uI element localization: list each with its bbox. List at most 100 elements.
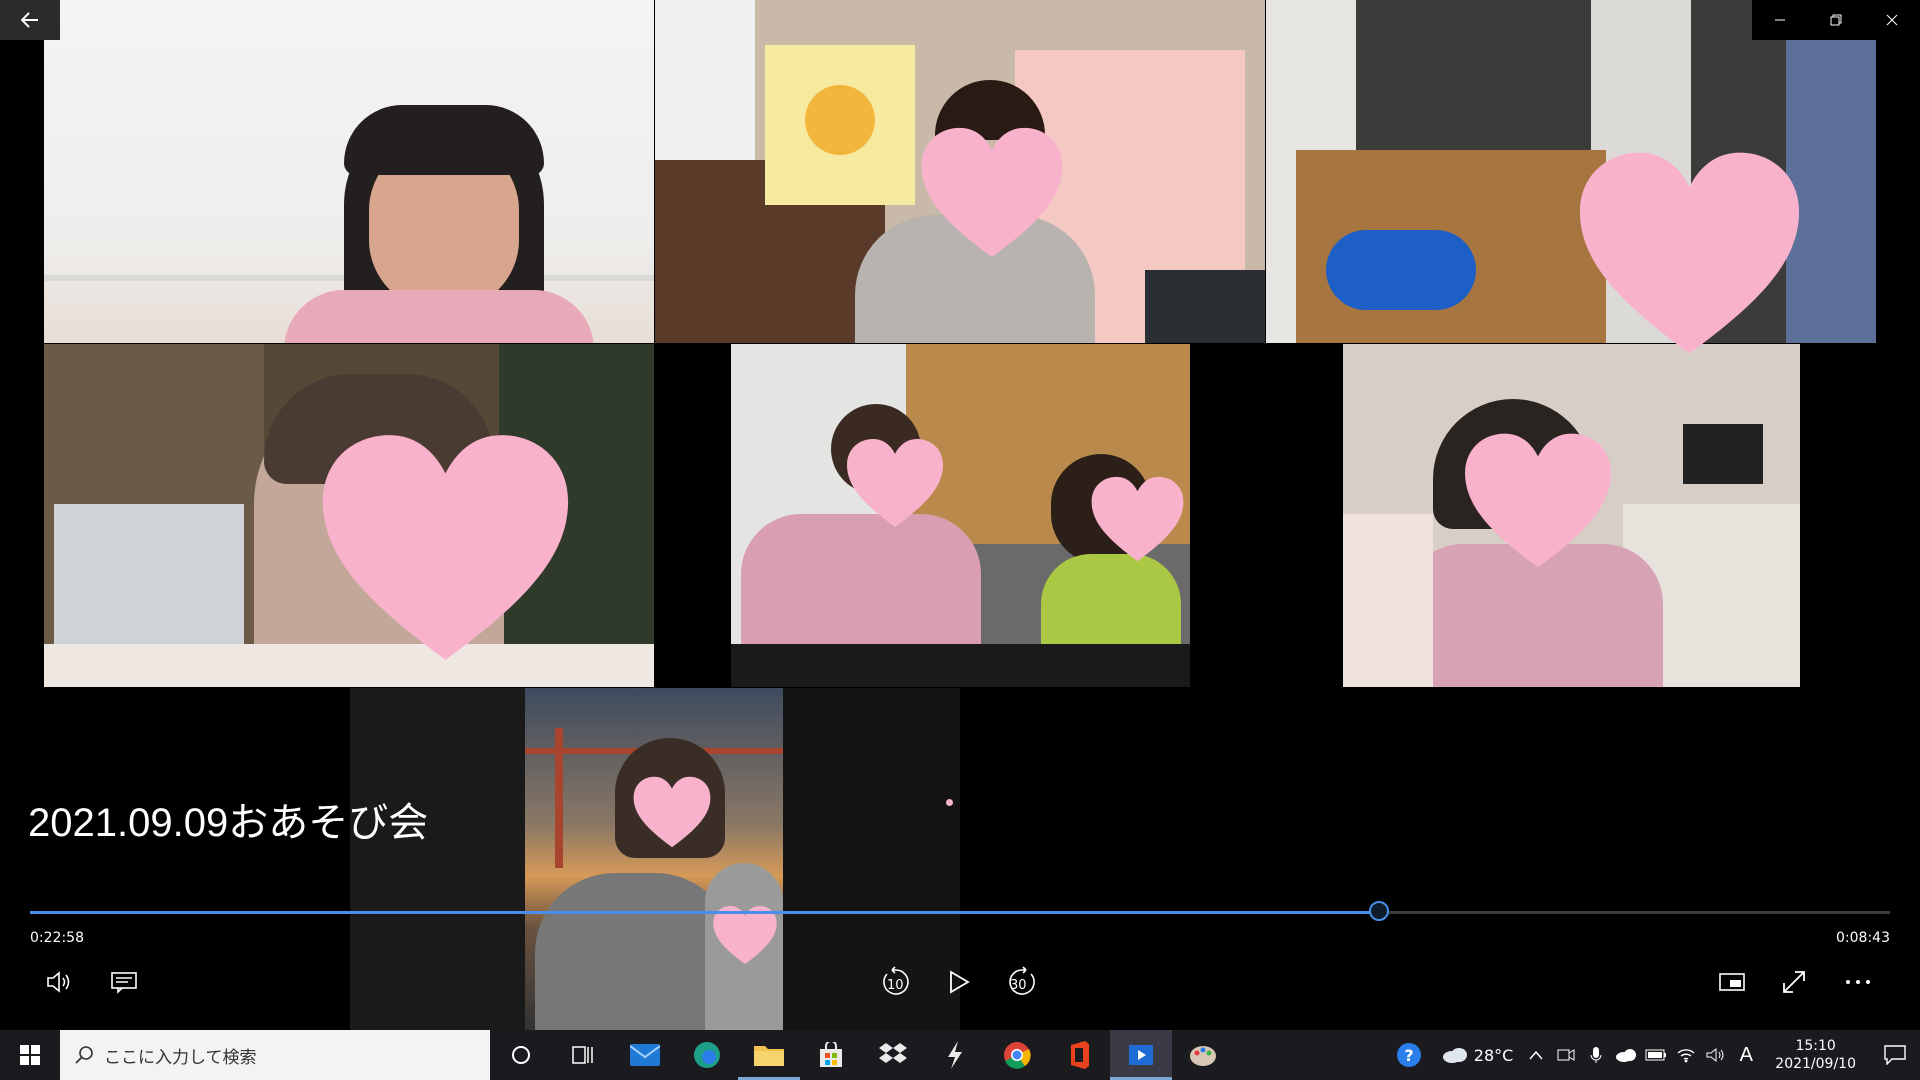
privacy-heart [308, 430, 583, 665]
seek-thumb[interactable] [1368, 901, 1389, 921]
participant-tile-dim-right [783, 688, 960, 1030]
office-icon [1071, 1041, 1089, 1069]
microphone-icon [1590, 1047, 1602, 1063]
wifi-icon [1677, 1049, 1695, 1063]
play-button[interactable] [937, 960, 981, 1004]
more-icon [1846, 980, 1870, 984]
captions-icon [111, 972, 137, 994]
volume-button[interactable] [38, 960, 82, 1004]
miniview-button[interactable] [1710, 960, 1754, 1004]
fullscreen-icon [1783, 971, 1805, 993]
participant-tile-dim-left [350, 688, 525, 1030]
skip-back-label: 10 [887, 978, 904, 993]
chrome-app[interactable] [986, 1030, 1048, 1080]
office-app[interactable] [1048, 1030, 1110, 1080]
wifi-tray[interactable] [1671, 1030, 1701, 1080]
dropbox-icon [879, 1043, 907, 1063]
system-tray: ? 28°C A 15:10 2021/09/10 [1384, 1030, 1920, 1080]
movies-tv-app[interactable] [1110, 1030, 1172, 1080]
microphone-tray[interactable] [1581, 1030, 1611, 1080]
edge-app[interactable] [676, 1030, 738, 1080]
camera-tray[interactable] [1551, 1030, 1581, 1080]
file-explorer-icon [754, 1045, 784, 1066]
play-icon [950, 970, 970, 994]
window-controls [1752, 0, 1920, 40]
minimize-button[interactable] [1752, 0, 1808, 40]
task-view-icon [572, 1046, 593, 1064]
restore-button[interactable] [1808, 0, 1864, 40]
notifications-button[interactable] [1870, 1030, 1920, 1080]
help-button[interactable]: ? [1384, 1030, 1434, 1080]
taskbar: ここに入力して検索 ? 28°C A 15:10 2021/09/10 [0, 1030, 1920, 1080]
search-icon [75, 1046, 93, 1064]
task-view-button[interactable] [552, 1030, 614, 1080]
camera-icon [1557, 1049, 1575, 1061]
close-icon [1886, 14, 1898, 26]
volume-icon [47, 971, 70, 993]
clock-date: 2021/09/10 [1775, 1056, 1856, 1072]
skip-forward-button[interactable]: 30 [1000, 960, 1044, 1004]
chevron-up-icon [1529, 1050, 1543, 1060]
privacy-heart [1552, 148, 1827, 358]
show-hidden-icons[interactable] [1521, 1030, 1551, 1080]
mail-app[interactable] [614, 1030, 676, 1080]
miniview-icon [1719, 973, 1745, 991]
pink-dot [946, 799, 953, 806]
paint-app[interactable] [1172, 1030, 1234, 1080]
chrome-icon [1004, 1042, 1031, 1069]
help-icon: ? [1396, 1043, 1421, 1067]
clock-time: 15:10 [1795, 1038, 1836, 1054]
skip-back-button[interactable]: 10 [874, 960, 918, 1004]
svg-text:?: ? [1404, 1046, 1413, 1065]
video-title: 2021.09.09おあそび会 [28, 801, 429, 845]
notification-icon [1884, 1045, 1906, 1065]
remaining-time: 0:08:43 [1836, 930, 1890, 946]
captions-button[interactable] [102, 960, 146, 1004]
minimize-icon [1775, 19, 1785, 21]
onedrive-tray[interactable] [1611, 1030, 1641, 1080]
store-app[interactable] [800, 1030, 862, 1080]
battery-tray[interactable] [1641, 1030, 1671, 1080]
back-button[interactable] [0, 0, 60, 40]
onedrive-icon [1616, 1049, 1637, 1062]
privacy-heart [1462, 418, 1614, 583]
seek-bar[interactable] [30, 901, 1890, 921]
elapsed-time: 0:22:58 [30, 930, 84, 946]
mail-icon [630, 1044, 660, 1066]
start-button[interactable] [0, 1030, 60, 1080]
weather-widget[interactable]: 28°C [1434, 1046, 1522, 1065]
winamp-app[interactable] [924, 1030, 986, 1080]
search-placeholder: ここに入力して検索 [104, 1047, 257, 1068]
paint-icon [1190, 1046, 1216, 1066]
ime-indicator[interactable]: A [1731, 1030, 1761, 1080]
battery-icon [1645, 1049, 1667, 1061]
video-frame[interactable]: 2021.09.09おあそび会 0:22:58 0:08:43 10 30 [0, 0, 1920, 1030]
seek-bar-progress [30, 911, 1379, 914]
speaker-tray[interactable] [1701, 1030, 1731, 1080]
cortana-button[interactable] [490, 1030, 552, 1080]
participant-tile-7 [525, 688, 783, 1030]
taskbar-clock[interactable]: 15:10 2021/09/10 [1761, 1037, 1870, 1073]
dropbox-app[interactable] [862, 1030, 924, 1080]
participant-tile-teacher [44, 0, 654, 343]
privacy-heart [845, 437, 945, 529]
close-button[interactable] [1864, 0, 1920, 40]
more-button[interactable] [1836, 960, 1880, 1004]
back-arrow-icon [21, 12, 38, 28]
cloud-icon [1442, 1048, 1467, 1063]
cortana-icon [512, 1046, 530, 1064]
fullscreen-button[interactable] [1772, 960, 1816, 1004]
privacy-heart [632, 768, 712, 856]
skip-forward-label: 30 [1010, 978, 1027, 993]
weather-temp: 28°C [1473, 1045, 1514, 1065]
winamp-icon [948, 1041, 962, 1069]
file-explorer-app[interactable] [738, 1030, 800, 1080]
speaker-icon [1706, 1047, 1724, 1063]
taskbar-search[interactable]: ここに入力して検索 [60, 1030, 490, 1080]
windows-logo-icon [20, 1045, 40, 1065]
movies-tv-icon [1129, 1044, 1153, 1065]
store-icon [820, 1042, 842, 1067]
privacy-heart [918, 125, 1066, 260]
restore-icon [1830, 14, 1842, 26]
edge-icon [694, 1042, 720, 1068]
